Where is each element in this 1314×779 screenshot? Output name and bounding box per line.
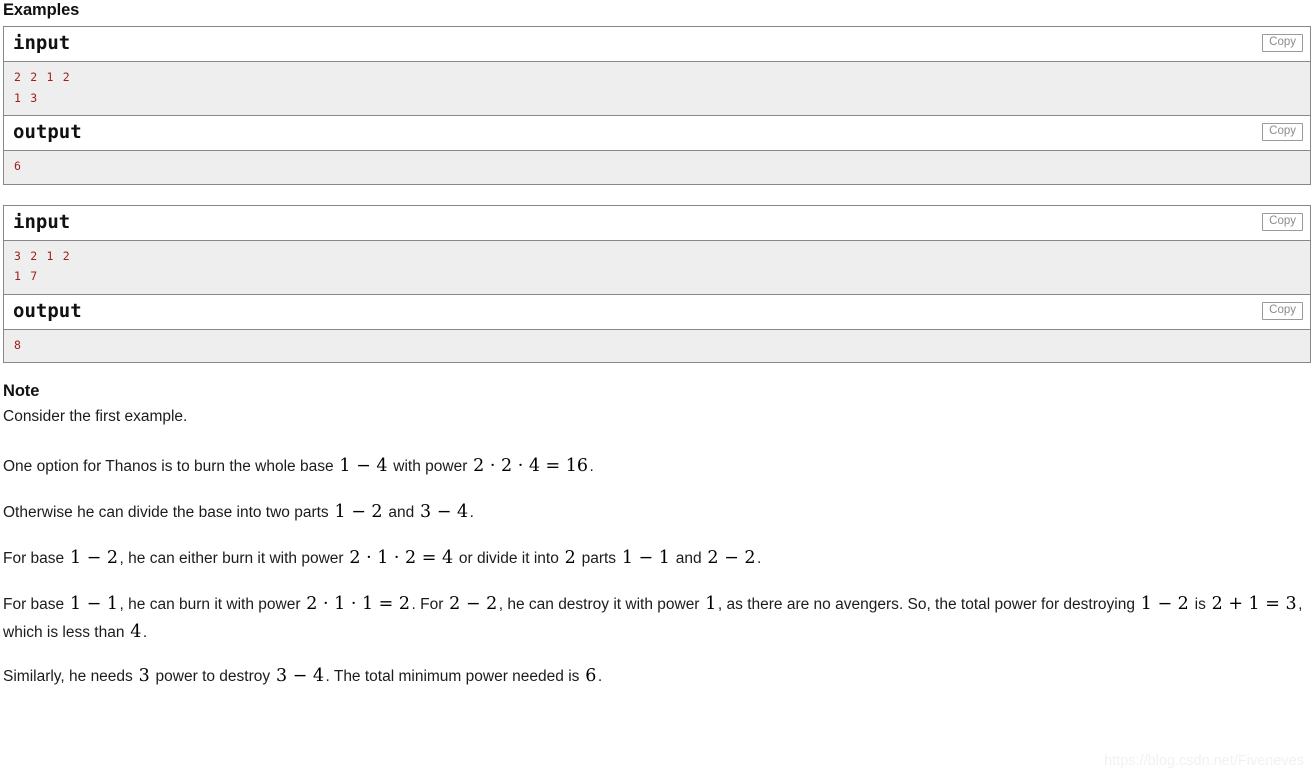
input-title-bar: input Copy	[4, 205, 1310, 241]
note-text-run: . For	[411, 596, 448, 613]
note-paragraph: One option for Thanos is to burn the who…	[3, 453, 1311, 481]
output-text: 6	[14, 159, 23, 173]
note-text-run: and	[671, 550, 706, 567]
note-heading: Note	[3, 382, 40, 400]
note-paragraph: Otherwise he can divide the base into tw…	[3, 499, 1311, 527]
note-text-run: .	[756, 550, 762, 567]
input-body[interactable]: 3 2 1 2 1 7	[4, 240, 1310, 295]
input-text: 3 2 1 2 1 7	[14, 248, 71, 284]
note-text-run: Otherwise he can divide the base into tw…	[3, 504, 333, 521]
note-paragraph: Consider the first example.	[3, 403, 1311, 431]
note-text-run: , as there are no avengers. So, the tota…	[717, 596, 1140, 613]
math-expression: 2 · 1 · 2 = 4	[349, 548, 454, 568]
input-text: 2 2 1 2 1 3	[14, 70, 71, 105]
note-text-run: .	[589, 458, 594, 475]
math-expression: 1 − 2	[1140, 594, 1189, 614]
math-expression: 3	[138, 666, 150, 686]
note-text-run: Similarly, he needs	[3, 668, 138, 685]
note-text-run: For base	[3, 550, 69, 567]
output-title-bar: output Copy	[4, 294, 1310, 330]
math-expression: 1 − 2	[334, 502, 383, 522]
note-text-run: , he can either burn it with power	[119, 550, 348, 567]
note-text-run: .	[142, 624, 148, 641]
sample-tests-list: input Copy 2 2 1 2 1 3 output Copy 6 inp…	[3, 26, 1311, 363]
problem-statement-page: Examples input Copy 2 2 1 2 1 3 output C…	[0, 0, 1314, 779]
note-text-run: , he can destroy it with power	[498, 596, 704, 613]
math-expression: 4	[130, 622, 142, 642]
note-text-run: power to destroy	[151, 668, 275, 685]
note-text-run: and	[384, 504, 419, 521]
output-label: output	[13, 121, 82, 143]
note-body: Consider the first example. One option fo…	[3, 403, 1311, 691]
math-expression: 1 − 4	[339, 456, 388, 476]
note-text-run: One option for Thanos is to burn the who…	[3, 458, 338, 475]
sample-test: input Copy 3 2 1 2 1 7 output Copy 8	[3, 204, 1311, 363]
note-text-run: .	[469, 504, 474, 521]
math-expression: 3 − 4	[420, 502, 469, 522]
examples-heading: Examples	[3, 1, 80, 19]
math-expression: 3 − 4	[275, 666, 325, 686]
watermark: https://blog.csdn.net/Fiveneves	[1104, 753, 1304, 769]
note-text-run: parts	[577, 550, 621, 567]
note-paragraph: For base 1 − 2, he can either burn it wi…	[3, 545, 1311, 573]
output-title-bar: output Copy	[4, 116, 1310, 151]
math-expression: 2 + 1 = 3	[1211, 594, 1297, 614]
note-text-run: Consider the first example.	[3, 408, 188, 425]
math-expression: 2 − 2	[449, 594, 498, 614]
copy-output-button[interactable]: Copy	[1262, 123, 1303, 141]
math-expression: 6	[585, 666, 597, 686]
math-expression: 1 − 1	[69, 594, 119, 614]
output-body[interactable]: 8	[4, 329, 1310, 363]
input-label: input	[13, 32, 71, 54]
output-text: 8	[14, 337, 23, 352]
math-expression: 1 − 2	[69, 548, 119, 568]
sample-test: input Copy 2 2 1 2 1 3 output Copy 6	[3, 26, 1311, 185]
note-paragraph: For base 1 − 1, he can burn it with powe…	[3, 591, 1311, 647]
note-text-run: . The total minimum power needed is	[325, 668, 584, 685]
math-expression: 1 − 1	[621, 548, 670, 568]
copy-output-button[interactable]: Copy	[1262, 301, 1303, 320]
output-label: output	[13, 299, 82, 322]
copy-input-button[interactable]: Copy	[1262, 34, 1303, 52]
note-text-run: For base	[3, 596, 69, 613]
input-label: input	[13, 210, 71, 233]
input-title-bar: input Copy	[4, 27, 1310, 62]
note-text-run: , he can burn it with power	[119, 596, 305, 613]
note-text-run: or divide it into	[454, 550, 564, 567]
copy-input-button[interactable]: Copy	[1262, 212, 1303, 231]
note-text-run: .	[597, 668, 603, 685]
math-expression: 2 · 2 · 4 = 16	[473, 456, 589, 476]
note-paragraph: Similarly, he needs 3 power to destroy 3…	[3, 663, 1311, 691]
math-expression: 2 · 1 · 1 = 2	[306, 594, 410, 614]
math-expression: 2 − 2	[707, 548, 756, 568]
input-body[interactable]: 2 2 1 2 1 3	[4, 62, 1310, 116]
note-text-run: is	[1190, 596, 1211, 613]
math-expression: 2	[564, 548, 576, 568]
output-body[interactable]: 6	[4, 151, 1310, 185]
math-expression: 1	[705, 594, 717, 614]
examples-section: Examples input Copy 2 2 1 2 1 3 output C…	[3, 0, 1311, 363]
note-section: Note Consider the first example. One opti…	[3, 381, 1311, 691]
note-text-run: with power	[388, 458, 472, 475]
